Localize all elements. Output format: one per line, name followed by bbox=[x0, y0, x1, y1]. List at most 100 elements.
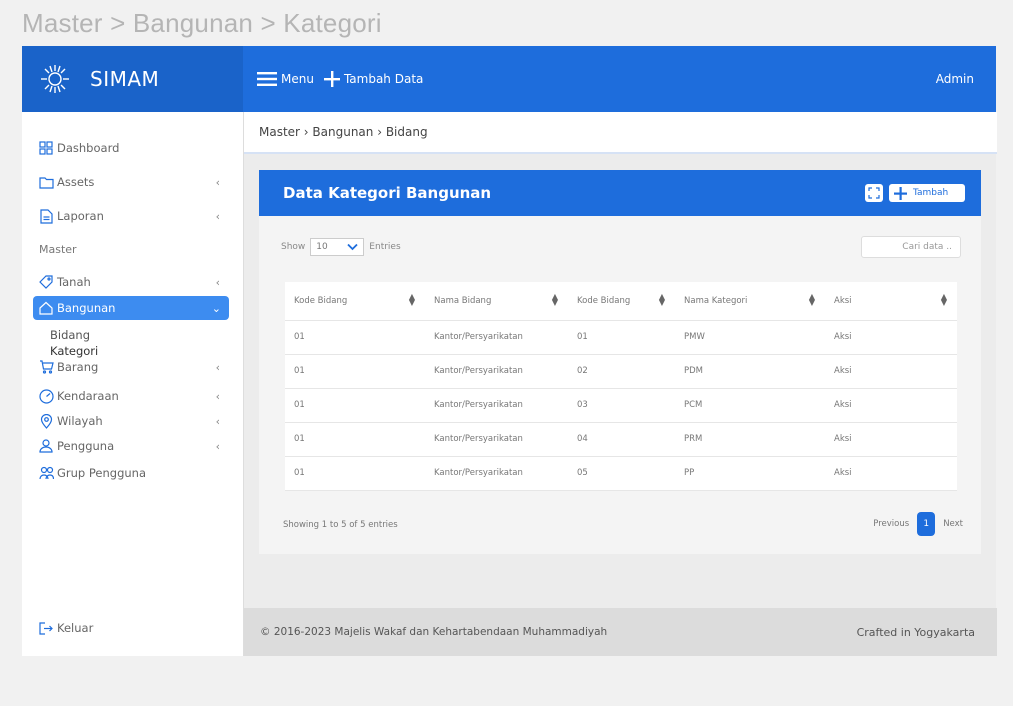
chevron-left-icon: ‹ bbox=[215, 275, 220, 289]
action-link[interactable]: Aksi bbox=[825, 388, 957, 423]
sidebar-item-label: Dashboard bbox=[57, 141, 120, 155]
footer-crafted: Crafted in Yogyakarta bbox=[856, 625, 975, 639]
logout-button[interactable]: Keluar bbox=[38, 616, 228, 640]
topbar: Menu Tambah Data Admin bbox=[243, 46, 996, 112]
table-cell: PRM bbox=[675, 422, 825, 457]
table-row: 01 Kantor/Persyarikatan 02 PDM Aksi bbox=[285, 354, 957, 389]
table-cell: Kantor/Persyarikatan bbox=[425, 320, 568, 355]
plus-icon bbox=[894, 186, 907, 200]
table-cell: 01 bbox=[285, 388, 425, 423]
table-info: Showing 1 to 5 of 5 entries bbox=[283, 520, 398, 530]
search-input[interactable]: Cari data .. bbox=[861, 236, 961, 258]
sidebar: Dashboard Assets ‹ Laporan ‹ Master Tana… bbox=[22, 112, 243, 656]
user-menu[interactable]: Admin bbox=[936, 72, 974, 86]
chevron-down-icon bbox=[347, 243, 358, 251]
logout-icon bbox=[38, 620, 54, 636]
add-data-label: Tambah Data bbox=[343, 72, 424, 86]
sort-icon: ▲ ▼ bbox=[551, 292, 558, 307]
chevron-left-icon: ‹ bbox=[215, 439, 220, 453]
column-header[interactable]: Nama Bidang ▲ ▼ bbox=[425, 282, 568, 321]
table-cell: Kantor/Persyarikatan bbox=[425, 388, 568, 423]
sidebar-item-label: Grup Pengguna bbox=[57, 466, 146, 480]
page-caption: Master > Bangunan > Kategori bbox=[22, 8, 382, 38]
table-cell: Kantor/Persyarikatan bbox=[425, 456, 568, 491]
document-icon bbox=[38, 208, 54, 224]
table-cell: 03 bbox=[568, 388, 675, 423]
brand[interactable]: SIMAM bbox=[22, 46, 243, 112]
data-card: Data Kategori Bangunan Tambah Show 10 En… bbox=[259, 170, 981, 554]
sidebar-item-dashboard[interactable]: Dashboard bbox=[38, 136, 228, 160]
table-header-row: Kode Bidang ▲ ▼ Nama Bidang ▲ ▼ Kode Bidang ▲… bbox=[285, 282, 957, 321]
sidebar-item-label: Barang bbox=[57, 360, 99, 374]
previous-button[interactable]: Previous bbox=[873, 519, 909, 529]
sidebar-item-label: Bangunan bbox=[57, 301, 116, 315]
chevron-left-icon: ‹ bbox=[215, 414, 220, 428]
cart-icon bbox=[38, 359, 54, 375]
action-link[interactable]: Aksi bbox=[825, 320, 957, 355]
breadcrumb: Master › Bangunan › Bidang bbox=[244, 112, 997, 154]
dashboard-icon bbox=[38, 140, 54, 156]
table-cell: 01 bbox=[285, 320, 425, 355]
page-button-current[interactable]: 1 bbox=[917, 512, 936, 536]
chevron-down-icon: ⌄ bbox=[211, 301, 221, 315]
plus-icon bbox=[323, 71, 340, 87]
table-row: 01 Kantor/Persyarikatan 03 PCM Aksi bbox=[285, 388, 957, 423]
menu-label: Menu bbox=[281, 72, 314, 86]
table-cell: 02 bbox=[568, 354, 675, 389]
column-header[interactable]: Aksi ▲ ▼ bbox=[825, 282, 957, 321]
column-header[interactable]: Kode Bidang ▲ ▼ bbox=[285, 282, 425, 321]
entries-length: Show 10 Entries bbox=[281, 238, 401, 256]
users-group-icon bbox=[38, 465, 54, 481]
sort-icon: ▲ ▼ bbox=[940, 292, 947, 307]
table-row: 01 Kantor/Persyarikatan 05 PP Aksi bbox=[285, 456, 957, 491]
sidebar-item-label: Kendaraan bbox=[57, 389, 119, 403]
table-cell: 01 bbox=[285, 354, 425, 389]
sidebar-item-laporan[interactable]: Laporan ‹ bbox=[38, 204, 228, 228]
data-table: Kode Bidang ▲ ▼ Nama Bidang ▲ ▼ Kode Bidang ▲… bbox=[285, 282, 957, 491]
footer-copyright: © 2016-2023 Majelis Wakaf dan Kehartaben… bbox=[260, 626, 608, 638]
menu-button[interactable]: Menu bbox=[257, 72, 314, 86]
sidebar-item-wilayah[interactable]: Wilayah ‹ bbox=[38, 409, 228, 433]
chevron-left-icon: ‹ bbox=[215, 175, 220, 189]
sun-emblem-icon bbox=[38, 62, 72, 96]
action-link[interactable]: Aksi bbox=[825, 354, 957, 389]
sidebar-item-assets[interactable]: Assets ‹ bbox=[38, 170, 228, 194]
sidebar-item-kendaraan[interactable]: Kendaraan ‹ bbox=[38, 384, 228, 408]
action-link[interactable]: Aksi bbox=[825, 422, 957, 457]
entries-label: Entries bbox=[369, 242, 401, 252]
main-content: Master › Bangunan › Bidang Data Kategori… bbox=[243, 112, 997, 656]
sidebar-item-label: Assets bbox=[57, 175, 95, 189]
column-header[interactable]: Kode Bidang ▲ ▼ bbox=[568, 282, 675, 321]
chevron-left-icon: ‹ bbox=[215, 360, 220, 374]
sidebar-item-tanah[interactable]: Tanah ‹ bbox=[38, 270, 228, 294]
sidebar-item-pengguna[interactable]: Pengguna ‹ bbox=[38, 434, 228, 458]
sidebar-item-grup-pengguna[interactable]: Grup Pengguna bbox=[38, 461, 228, 485]
table-cell: PDM bbox=[675, 354, 825, 389]
table-cell: 01 bbox=[568, 320, 675, 355]
show-label: Show bbox=[281, 242, 306, 252]
add-data-button[interactable]: Tambah Data bbox=[323, 71, 424, 87]
column-header[interactable]: Nama Kategori ▲ ▼ bbox=[675, 282, 825, 321]
sidebar-item-label: Tanah bbox=[57, 275, 91, 289]
app-frame: SIMAM Menu Tambah Data Admin Dashboard A… bbox=[22, 46, 997, 656]
sidebar-item-label: Pengguna bbox=[57, 439, 115, 453]
action-link[interactable]: Aksi bbox=[825, 456, 957, 491]
sidebar-subitem-bidang[interactable]: Bidang bbox=[50, 328, 90, 342]
next-button[interactable]: Next bbox=[943, 519, 963, 529]
sidebar-item-bangunan[interactable]: Bangunan ⌄ bbox=[33, 296, 229, 320]
sidebar-item-label: Wilayah bbox=[57, 414, 103, 428]
entries-select[interactable]: 10 bbox=[310, 238, 365, 256]
chevron-left-icon: ‹ bbox=[215, 389, 220, 403]
hamburger-icon bbox=[257, 72, 277, 86]
table-cell: PMW bbox=[675, 320, 825, 355]
table-cell: PP bbox=[675, 456, 825, 491]
table-cell: 01 bbox=[285, 422, 425, 457]
add-button[interactable]: Tambah bbox=[889, 184, 965, 202]
table-cell: 01 bbox=[285, 456, 425, 491]
home-icon bbox=[38, 300, 54, 316]
sidebar-item-barang[interactable]: Barang ‹ bbox=[38, 355, 228, 379]
chevron-left-icon: ‹ bbox=[215, 209, 220, 223]
expand-icon[interactable] bbox=[865, 184, 883, 202]
brand-name: SIMAM bbox=[90, 67, 160, 91]
sort-icon: ▲ ▼ bbox=[658, 292, 665, 307]
